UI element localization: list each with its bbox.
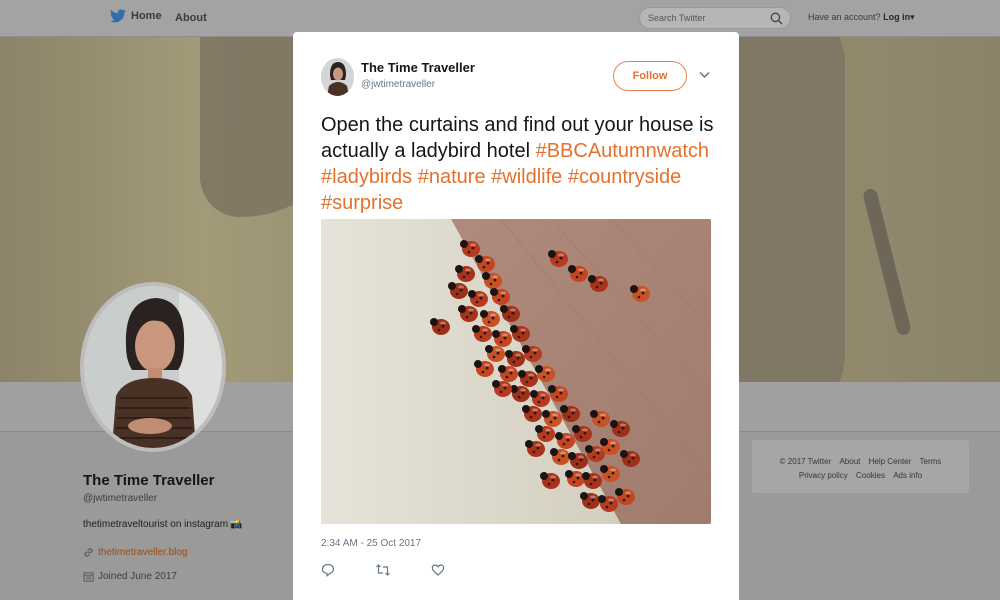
hashtag-wildlife[interactable]: #wildlife <box>491 166 562 188</box>
nav-home-link[interactable]: Home <box>110 9 162 23</box>
nav-about-link[interactable]: About <box>175 12 207 24</box>
follow-button[interactable]: Follow <box>613 61 687 91</box>
tweet-author-handle[interactable]: @jwtimetraveller <box>361 79 435 90</box>
profile-bio: thetimetraveltourist on instagram 📸 <box>83 519 243 530</box>
hashtag-nature[interactable]: #nature <box>418 166 486 188</box>
hashtag-countryside[interactable]: #countryside <box>568 166 681 188</box>
footer-link-about[interactable]: About <box>839 457 860 466</box>
tweet-photo-ladybirds[interactable] <box>321 219 711 524</box>
reply-button[interactable] <box>321 563 335 577</box>
search-input[interactable] <box>648 11 768 25</box>
calendar-icon <box>83 572 94 582</box>
account-area: Have an account? Log in▾ <box>808 12 915 23</box>
profile-joined-text: Joined June 2017 <box>98 571 177 582</box>
ladybird-photo-illustration <box>321 219 711 524</box>
login-link[interactable]: Log in▾ <box>883 12 915 22</box>
tweet-text: Open the curtains and find out your hous… <box>321 112 716 216</box>
profile-website: thetimetraveller.blog <box>83 547 188 558</box>
tweet-timestamp[interactable]: 2:34 AM - 25 Oct 2017 <box>321 538 421 549</box>
retweet-button[interactable] <box>375 563 391 577</box>
footer-links: © 2017 Twitter About Help Center Terms P… <box>752 440 969 493</box>
twitter-bird-icon <box>110 9 126 23</box>
camera-icon: 📸 <box>230 519 243 530</box>
heart-icon <box>431 564 445 576</box>
link-icon <box>84 548 93 557</box>
profile-avatar[interactable] <box>80 282 226 452</box>
profile-name: The Time Traveller <box>83 472 215 489</box>
profile-handle: @jwtimetraveller <box>83 493 158 504</box>
profile-website-link[interactable]: thetimetraveller.blog <box>98 547 188 558</box>
magnifier-icon[interactable] <box>770 12 783 25</box>
profile-joined: Joined June 2017 <box>83 571 177 582</box>
profile-bio-text: thetimetraveltourist on instagram <box>83 519 229 530</box>
banner-elephant-ear <box>735 37 845 382</box>
like-button[interactable] <box>431 563 445 577</box>
tweet-actions <box>321 563 445 577</box>
footer-copyright: © 2017 Twitter <box>779 457 832 466</box>
hashtag-ladybirds[interactable]: #ladybirds <box>321 166 412 188</box>
search-box[interactable] <box>639 7 791 29</box>
reply-icon <box>321 563 335 577</box>
footer-link-ads-info[interactable]: Ads info <box>893 471 922 480</box>
footer-link-terms[interactable]: Terms <box>920 457 942 466</box>
retweet-icon <box>376 564 390 576</box>
tweet-modal: The Time Traveller @jwtimetraveller Foll… <box>293 32 739 600</box>
hashtag-bbcautumnwatch[interactable]: #BBCAutumnwatch <box>536 140 709 162</box>
tweet-author-portrait <box>321 58 354 96</box>
tweet-author-avatar[interactable] <box>321 58 354 96</box>
login-label: Log in <box>883 12 911 22</box>
profile-avatar-portrait <box>84 286 222 448</box>
nav-home-label: Home <box>131 10 162 22</box>
tweet-author-name[interactable]: The Time Traveller <box>361 60 475 75</box>
hashtag-surprise[interactable]: #surprise <box>321 192 403 214</box>
login-caret: ▾ <box>910 12 915 22</box>
footer-link-privacy[interactable]: Privacy policy <box>799 471 848 480</box>
chevron-down-icon[interactable] <box>699 71 710 79</box>
footer-link-help-center[interactable]: Help Center <box>869 457 912 466</box>
account-prompt: Have an account? <box>808 12 881 22</box>
footer-link-cookies[interactable]: Cookies <box>856 471 885 480</box>
banner-elephant-tail <box>862 187 912 337</box>
